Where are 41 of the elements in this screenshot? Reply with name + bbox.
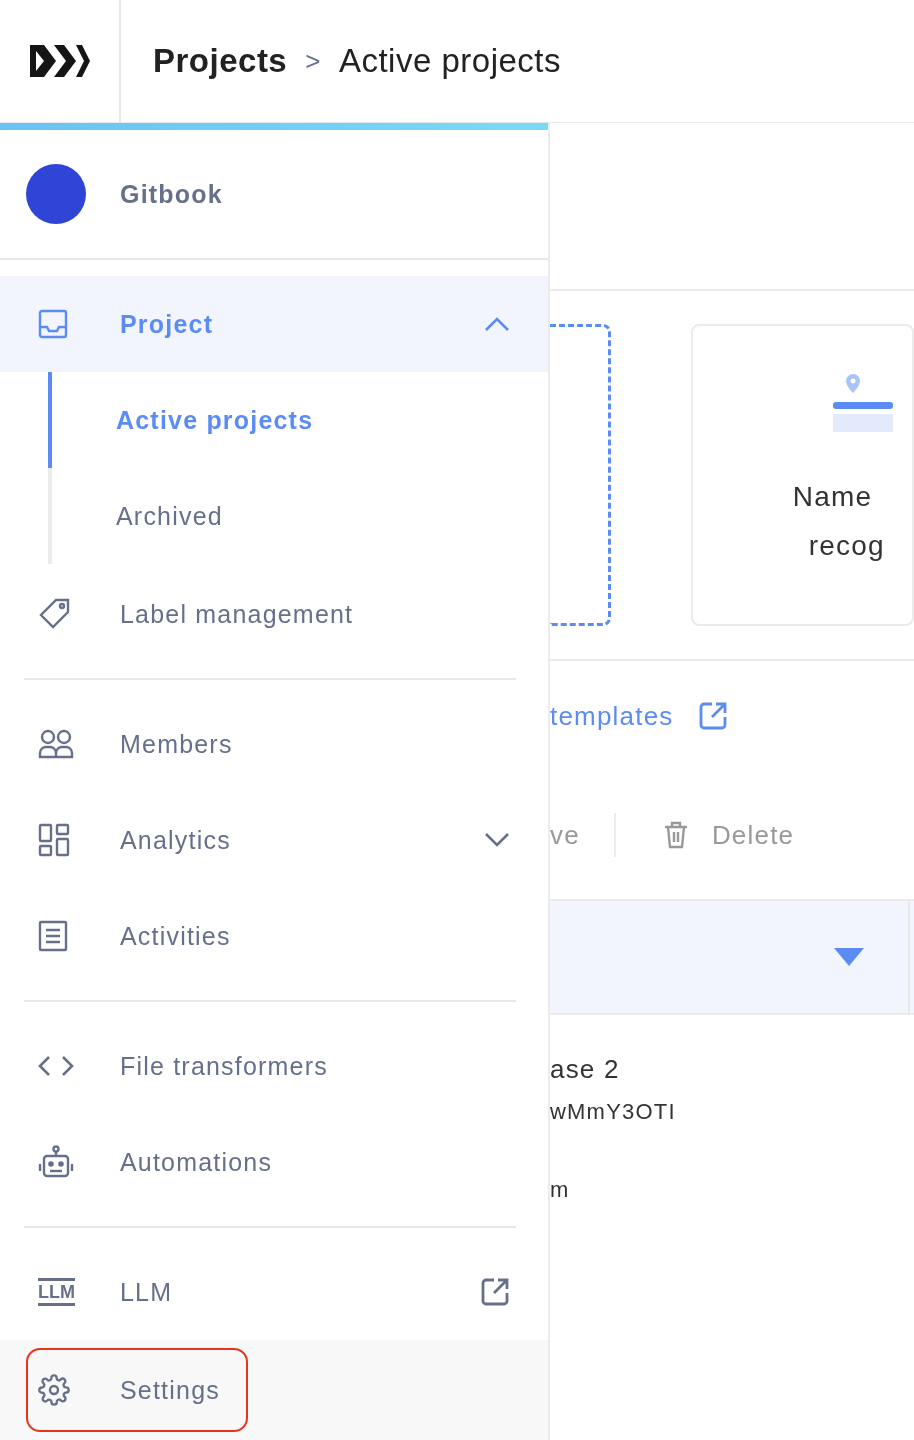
dashed-card[interactable]	[550, 324, 611, 626]
robot-icon	[38, 1145, 74, 1179]
people-icon	[38, 729, 74, 759]
sidebar-item[interactable]: LLM LLM	[0, 1244, 548, 1340]
logo-icon[interactable]	[29, 45, 90, 77]
breadcrumb-current: Active projects	[338, 42, 561, 80]
dropdown-triangle-icon[interactable]	[834, 948, 864, 966]
breadcrumb-separator: >	[305, 45, 321, 77]
settings-icon	[38, 1374, 70, 1406]
toolbar-button[interactable]: ve	[550, 819, 580, 851]
tag-icon	[38, 597, 72, 631]
avatar	[26, 164, 86, 224]
submenu-item[interactable]: Archived	[48, 468, 548, 564]
tray-icon	[38, 309, 68, 339]
grid-icon	[38, 823, 70, 857]
external-link-icon[interactable]	[480, 1277, 510, 1307]
external-link-icon[interactable]	[697, 701, 728, 731]
sidebar-item[interactable]: Activities	[0, 888, 548, 984]
card-title: Name	[792, 480, 873, 514]
sidebar-item[interactable]: Label management	[0, 566, 548, 662]
chevron-up-icon[interactable]	[484, 316, 510, 332]
templates-link[interactable]: templates	[550, 700, 674, 732]
card-title: recog	[807, 529, 885, 563]
sidebar-item[interactable]: Settings	[26, 1348, 248, 1432]
template-card[interactable]: Name recog	[690, 324, 914, 626]
sidebar-item[interactable]: Project	[0, 276, 548, 372]
table-cell-text: wMmY3OTI	[550, 1099, 677, 1125]
breadcrumb-link[interactable]: Projects	[153, 42, 288, 80]
document-icon	[38, 920, 68, 952]
workspace-name: Gitbook	[120, 179, 223, 209]
trash-icon[interactable]	[663, 821, 688, 849]
code-icon	[38, 1055, 74, 1077]
sidebar-item[interactable]: Members	[0, 696, 548, 792]
sidebar-item[interactable]: Automations	[0, 1114, 548, 1210]
submenu-item[interactable]: Active projects	[48, 372, 548, 468]
chevron-down-icon[interactable]	[484, 832, 510, 848]
delete-button[interactable]: Delete	[711, 819, 795, 851]
table-cell-text: m	[550, 1177, 571, 1203]
table-cell-text: ase 2	[550, 1053, 621, 1086]
sidebar-item[interactable]: Analytics	[0, 792, 548, 888]
sidebar-item[interactable]: File transformers	[0, 1018, 548, 1114]
